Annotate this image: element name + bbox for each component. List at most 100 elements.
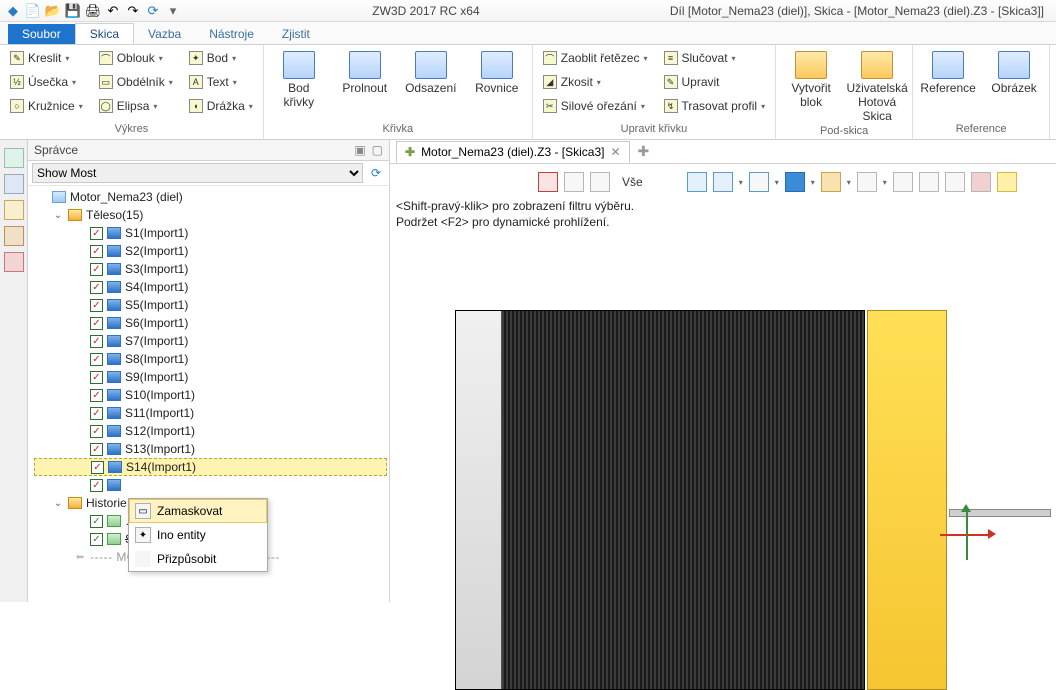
tree-item-shape[interactable]: ✓S6(Import1) bbox=[34, 314, 387, 332]
add-tab-icon[interactable]: ✚ bbox=[638, 143, 650, 160]
curve-point-icon bbox=[283, 51, 315, 79]
document-tabs: ✚ Motor_Nema23 (diel).Z3 - [Skica3] ✕ ✚ bbox=[390, 140, 1056, 164]
context-item-mask[interactable]: ▭Zamaskovat bbox=[129, 499, 267, 523]
tree-item-shape[interactable]: ✓S12(Import1) bbox=[34, 422, 387, 440]
tree-item-shape[interactable]: ✓S8(Import1) bbox=[34, 350, 387, 368]
part-mode-icon[interactable] bbox=[4, 148, 24, 168]
checkbox-icon[interactable]: ✓ bbox=[90, 353, 103, 366]
user-sketch-button[interactable]: Uživatelská Hotová Skica bbox=[848, 47, 906, 123]
blend-button[interactable]: Prolnout bbox=[336, 47, 394, 95]
context-item-ino[interactable]: ✦Ino entity bbox=[129, 523, 267, 547]
context-item-fit[interactable]: Přizpůsobit bbox=[129, 547, 267, 571]
box-mode-icon[interactable] bbox=[4, 200, 24, 220]
checkbox-icon[interactable]: ✓ bbox=[90, 335, 103, 348]
tree-item-shape[interactable]: ✓ bbox=[34, 476, 387, 494]
user-mode-icon[interactable] bbox=[4, 252, 24, 272]
power-trim-button[interactable]: ✂Silové ořezání▾ bbox=[539, 95, 652, 117]
checkbox-icon[interactable]: ✓ bbox=[90, 263, 103, 276]
checkbox-icon[interactable]: ✓ bbox=[90, 299, 103, 312]
rectangle-button[interactable]: ▭Obdélník▾ bbox=[95, 71, 177, 93]
arc-button[interactable]: ⌒Oblouk▾ bbox=[95, 47, 177, 69]
assembly-icon bbox=[52, 191, 66, 203]
checkbox-icon[interactable]: ✓ bbox=[90, 389, 103, 402]
checkbox-icon[interactable]: ✓ bbox=[90, 443, 103, 456]
reference-button[interactable]: Reference bbox=[919, 47, 977, 95]
line-button[interactable]: ½Úsečka▾ bbox=[6, 71, 87, 93]
tree-item-shape[interactable]: ✓S13(Import1) bbox=[34, 440, 387, 458]
qat-refresh-icon[interactable]: ⟳ bbox=[144, 2, 162, 20]
checkbox-icon[interactable]: ✓ bbox=[90, 407, 103, 420]
filter-select[interactable]: Show Most bbox=[32, 163, 363, 183]
checkbox-icon[interactable]: ✓ bbox=[90, 479, 103, 492]
slot-button[interactable]: ◖Drážka▾ bbox=[185, 95, 257, 117]
quick-access-toolbar: ◆ 📄 📂 💾 🖨 ↶ ↷ ⟳ ▾ bbox=[4, 2, 182, 20]
qat-new-icon[interactable]: 📄 bbox=[24, 2, 42, 20]
document-tab[interactable]: ✚ Motor_Nema23 (diel).Z3 - [Skica3] ✕ bbox=[396, 141, 630, 163]
ellipse-button[interactable]: ◯Elipsa▾ bbox=[95, 95, 177, 117]
checkbox-icon[interactable]: ✓ bbox=[90, 515, 103, 528]
close-icon[interactable]: ▢ bbox=[372, 143, 383, 157]
checkbox-icon[interactable]: ✓ bbox=[91, 461, 104, 474]
text-button[interactable]: AText▾ bbox=[185, 71, 257, 93]
qat-open-icon[interactable]: 📂 bbox=[44, 2, 62, 20]
filter-apply-icon[interactable]: ⟳ bbox=[367, 166, 385, 180]
fillet-chain-button[interactable]: ⌒Zaoblit řetězec▾ bbox=[539, 47, 652, 69]
circle-icon: ○ bbox=[10, 99, 24, 113]
feature-tree[interactable]: Motor_Nema23 (diel) ⌄Těleso(15) ✓S1(Impo… bbox=[28, 186, 389, 602]
tab-skica[interactable]: Skica bbox=[75, 23, 134, 44]
checkbox-icon[interactable]: ✓ bbox=[90, 533, 103, 546]
tree-item-shape[interactable]: ✓S14(Import1) bbox=[34, 458, 387, 476]
checkbox-icon[interactable]: ✓ bbox=[90, 281, 103, 294]
edit-button[interactable]: ✎Upravit bbox=[660, 71, 770, 93]
qat-print-icon[interactable]: 🖨 bbox=[84, 2, 102, 20]
tree-item-shape[interactable]: ✓S3(Import1) bbox=[34, 260, 387, 278]
qat-redo-icon[interactable]: ↷ bbox=[124, 2, 142, 20]
side-toolbar bbox=[0, 140, 28, 602]
tree-item-shape[interactable]: ✓S1(Import1) bbox=[34, 224, 387, 242]
chamfer-button[interactable]: ◢Zkosit▾ bbox=[539, 71, 652, 93]
qat-undo-icon[interactable]: ↶ bbox=[104, 2, 122, 20]
offset-button[interactable]: Odsazení bbox=[402, 47, 460, 95]
tree-item-shape[interactable]: ✓S11(Import1) bbox=[34, 404, 387, 422]
restore-icon[interactable]: ▣ bbox=[354, 143, 365, 157]
equation-button[interactable]: Rovnice bbox=[468, 47, 526, 95]
checkbox-icon[interactable]: ✓ bbox=[90, 317, 103, 330]
tree-root[interactable]: Motor_Nema23 (diel) bbox=[34, 188, 387, 206]
folder-icon bbox=[68, 497, 82, 509]
point-button[interactable]: ✦Bod▾ bbox=[185, 47, 257, 69]
model-body bbox=[455, 310, 865, 690]
create-block-button[interactable]: Vytvořit blok bbox=[782, 47, 840, 109]
tree-item-shape[interactable]: ✓S2(Import1) bbox=[34, 242, 387, 260]
solid-icon bbox=[107, 245, 121, 257]
tab-vazba[interactable]: Vazba bbox=[134, 24, 195, 44]
model-flange bbox=[867, 310, 947, 690]
tree-item-shape[interactable]: ✓S10(Import1) bbox=[34, 386, 387, 404]
trace-profile-button[interactable]: ↯Trasovat profil▾ bbox=[660, 95, 770, 117]
tree-item-shape[interactable]: ✓S5(Import1) bbox=[34, 296, 387, 314]
checkbox-icon[interactable]: ✓ bbox=[90, 227, 103, 240]
merge-button[interactable]: ≡Slučovat▾ bbox=[660, 47, 770, 69]
tree-item-shape[interactable]: ✓S9(Import1) bbox=[34, 368, 387, 386]
viewport[interactable] bbox=[455, 170, 1050, 596]
tab-nastroje[interactable]: Nástroje bbox=[195, 24, 268, 44]
checkbox-icon[interactable]: ✓ bbox=[90, 425, 103, 438]
curve-point-button[interactable]: Bod křivky bbox=[270, 47, 328, 109]
assembly-mode-icon[interactable] bbox=[4, 174, 24, 194]
tree-item-shape[interactable]: ✓S4(Import1) bbox=[34, 278, 387, 296]
close-tab-icon[interactable]: ✕ bbox=[610, 145, 620, 159]
draw-button[interactable]: ✎Kreslit▾ bbox=[6, 47, 87, 69]
solid-icon bbox=[107, 317, 121, 329]
image-button[interactable]: Obrázek bbox=[985, 47, 1043, 95]
tab-zjistit[interactable]: Zjistit bbox=[268, 24, 324, 44]
tab-file[interactable]: Soubor bbox=[8, 24, 75, 44]
text-icon: A bbox=[189, 75, 203, 89]
qat-more-icon[interactable]: ▾ bbox=[164, 2, 182, 20]
circle-button[interactable]: ○Kružnice▾ bbox=[6, 95, 87, 117]
checkbox-icon[interactable]: ✓ bbox=[90, 371, 103, 384]
checkbox-icon[interactable]: ✓ bbox=[90, 245, 103, 258]
ribbon-group-upravit: ⌒Zaoblit řetězec▾ ◢Zkosit▾ ✂Silové ořezá… bbox=[533, 45, 776, 139]
tree-folder-teleso[interactable]: ⌄Těleso(15) bbox=[34, 206, 387, 224]
qat-save-icon[interactable]: 💾 bbox=[64, 2, 82, 20]
tree-item-shape[interactable]: ✓S7(Import1) bbox=[34, 332, 387, 350]
render-mode-icon[interactable] bbox=[4, 226, 24, 246]
